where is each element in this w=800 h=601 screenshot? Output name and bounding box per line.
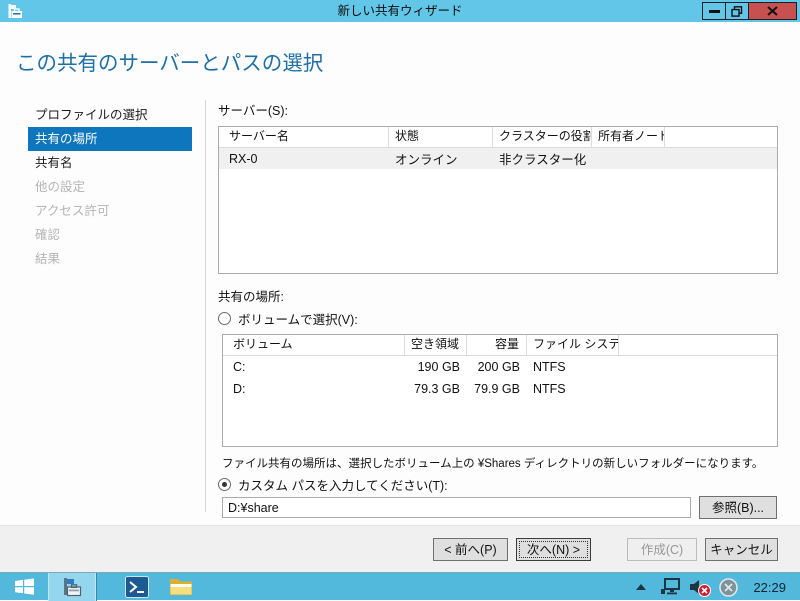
- back-button[interactable]: < 前へ(P): [433, 538, 508, 561]
- status-circle-x-icon[interactable]: [718, 577, 739, 598]
- custom-path-row: 参照(B)...: [222, 496, 778, 519]
- file-system-cell: NTFS: [533, 360, 566, 374]
- powershell-taskbar-button[interactable]: [115, 573, 159, 601]
- free-space-cell: 190 GB: [417, 360, 460, 374]
- taskbar-separator: [96, 572, 97, 601]
- restore-button[interactable]: [725, 2, 748, 20]
- file-explorer-taskbar-button[interactable]: [159, 573, 203, 601]
- server-cluster-role-cell: 非クラスター化: [499, 153, 587, 167]
- create-button[interactable]: 作成(C): [627, 538, 697, 561]
- server-list-label: サーバー(S):: [218, 104, 289, 118]
- sidebar-divider: [205, 100, 206, 512]
- main-panel: サーバー(S): サーバー名 状態 クラスターの役割 所有者ノード RX-0 オ…: [218, 100, 778, 519]
- close-icon: [767, 6, 778, 16]
- step-profile[interactable]: プロファイルの選択: [28, 103, 192, 127]
- screen: 新しい共有ウィザード この共有のサーバーとパスの選択 プロファイルの選択 共有の…: [0, 0, 800, 601]
- browse-button[interactable]: 参照(B)...: [699, 496, 777, 519]
- col-file-system[interactable]: ファイル システム: [527, 335, 619, 355]
- volume-row-d[interactable]: D: 79.3 GB 79.9 GB NTFS: [223, 378, 777, 400]
- capacity-cell: 200 GB: [477, 360, 520, 374]
- file-explorer-icon: [170, 578, 192, 595]
- close-button[interactable]: [748, 2, 797, 20]
- network-icon[interactable]: [660, 577, 682, 597]
- volume-cell: D:: [233, 382, 246, 396]
- col-empty: [619, 335, 777, 355]
- col-status[interactable]: 状態: [389, 127, 493, 147]
- system-tray: 22:29: [636, 573, 800, 601]
- custom-path-radio[interactable]: [218, 478, 231, 491]
- step-permissions: アクセス許可: [35, 204, 110, 218]
- restore-icon: [731, 5, 743, 17]
- col-volume[interactable]: ボリューム: [223, 335, 405, 355]
- col-owner-node[interactable]: 所有者ノード: [592, 127, 665, 147]
- page-title: この共有のサーバーとパスの選択: [16, 52, 324, 75]
- server-table-header: サーバー名 状態 クラスターの役割 所有者ノード: [219, 127, 777, 148]
- col-free-space[interactable]: 空き領域: [405, 335, 467, 355]
- titlebar: 新しい共有ウィザード: [0, 0, 800, 22]
- volume-row-c[interactable]: C: 190 GB 200 GB NTFS: [223, 356, 777, 378]
- powershell-icon: [125, 575, 149, 598]
- window-controls: [702, 2, 797, 20]
- capacity-cell: 79.9 GB: [474, 382, 520, 396]
- col-empty: [665, 127, 777, 147]
- file-system-cell: NTFS: [533, 382, 566, 396]
- window-title: 新しい共有ウィザード: [337, 4, 463, 18]
- taskbar: 22:29: [0, 572, 800, 601]
- server-row[interactable]: RX-0 オンライン 非クラスター化: [219, 148, 777, 169]
- server-manager-icon: [64, 577, 82, 596]
- custom-path-input[interactable]: [222, 497, 691, 518]
- step-share-name[interactable]: 共有名: [28, 151, 192, 175]
- wizard-footer: < 前へ(P) 次へ(N) > 作成(C) キャンセル: [0, 525, 800, 572]
- minimize-icon: [708, 9, 720, 13]
- server-table: サーバー名 状態 クラスターの役割 所有者ノード RX-0 オンライン 非クラス…: [218, 126, 778, 274]
- volume-cell: C:: [233, 360, 246, 374]
- step-other-settings: 他の設定: [35, 180, 86, 194]
- select-by-volume-radio[interactable]: [218, 312, 231, 325]
- wizard-steps: プロファイルの選択 共有の場所 共有名 他の設定 アクセス許可 確認 結果: [28, 103, 192, 271]
- col-capacity[interactable]: 容量: [467, 335, 527, 355]
- select-by-volume-label: ボリュームで選択(V):: [238, 313, 358, 327]
- server-status-cell: オンライン: [395, 153, 458, 167]
- start-icon: [14, 578, 34, 595]
- volume-table: ボリューム 空き領域 容量 ファイル システム C: 190 GB 200 GB…: [222, 334, 778, 447]
- hidden-icons-arrow[interactable]: [636, 584, 647, 590]
- custom-path-label: カスタム パスを入力してください(T):: [238, 479, 448, 493]
- minimize-button[interactable]: [702, 2, 725, 20]
- step-share-location[interactable]: 共有の場所: [28, 127, 192, 151]
- cancel-button[interactable]: キャンセル: [705, 538, 778, 561]
- server-name-cell: RX-0: [229, 151, 258, 166]
- volume-muted-icon[interactable]: [688, 577, 712, 598]
- custom-path-option: カスタム パスを入力してください(T):: [218, 476, 778, 493]
- step-confirmation: 確認: [35, 228, 61, 242]
- share-location-label: 共有の場所:: [218, 290, 284, 304]
- server-manager-taskbar-button[interactable]: [48, 572, 96, 601]
- free-space-cell: 79.3 GB: [414, 382, 460, 396]
- col-server-name[interactable]: サーバー名: [219, 127, 389, 147]
- select-by-volume-option: ボリュームで選択(V):: [218, 310, 778, 327]
- col-cluster-role[interactable]: クラスターの役割: [493, 127, 592, 147]
- shares-directory-note: ファイル共有の場所は、選択したボリューム上の ¥Shares ディレクトリの新し…: [222, 458, 764, 470]
- volume-table-header: ボリューム 空き領域 容量 ファイル システム: [223, 335, 777, 356]
- start-button[interactable]: [0, 573, 48, 601]
- next-button[interactable]: 次へ(N) >: [516, 538, 591, 561]
- taskbar-clock[interactable]: 22:29: [753, 580, 786, 595]
- step-results: 結果: [35, 252, 61, 266]
